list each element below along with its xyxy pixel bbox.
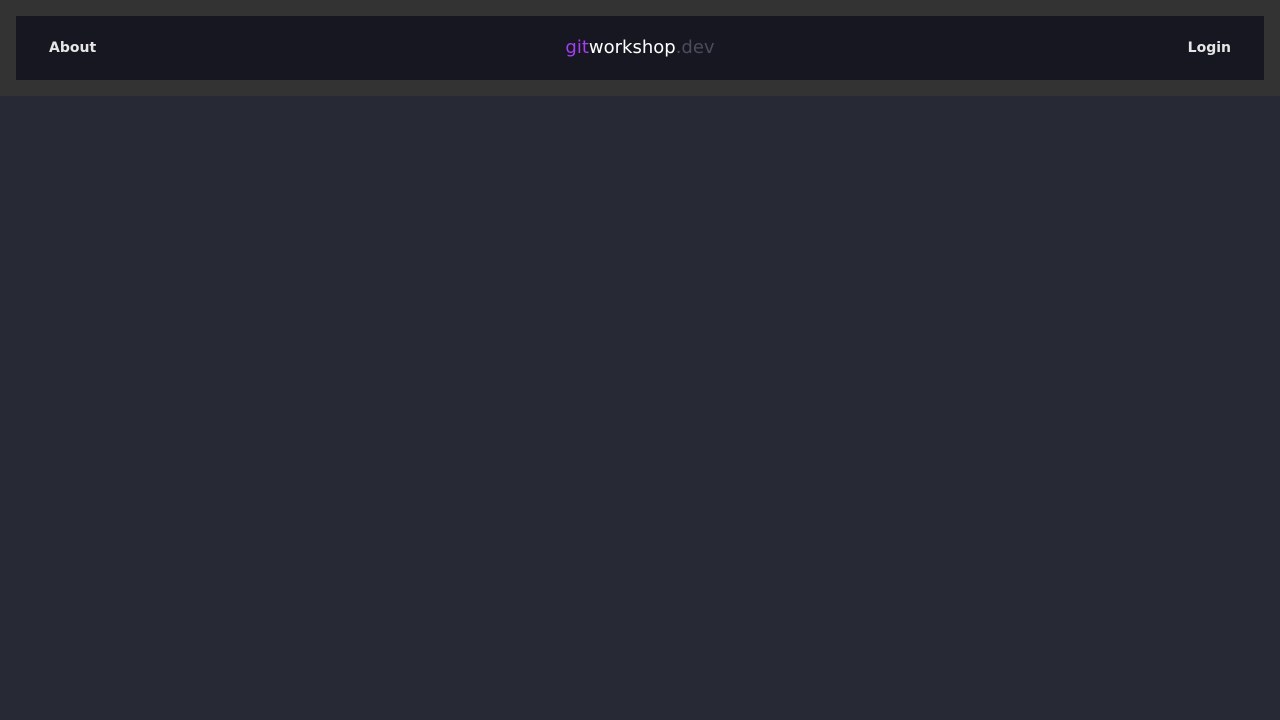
login-link[interactable]: Login	[1188, 41, 1231, 55]
brand-text-tld: .dev	[675, 37, 715, 58]
topbar-frame: About gitworkshop.dev Login	[0, 0, 1280, 96]
main-content	[0, 96, 1280, 720]
about-link[interactable]: About	[49, 41, 96, 55]
navbar: About gitworkshop.dev Login	[16, 16, 1264, 80]
brand-text-workshop: workshop	[588, 37, 676, 58]
site-logo-link[interactable]: gitworkshop.dev	[565, 39, 714, 57]
brand-text-git: git	[565, 37, 589, 58]
